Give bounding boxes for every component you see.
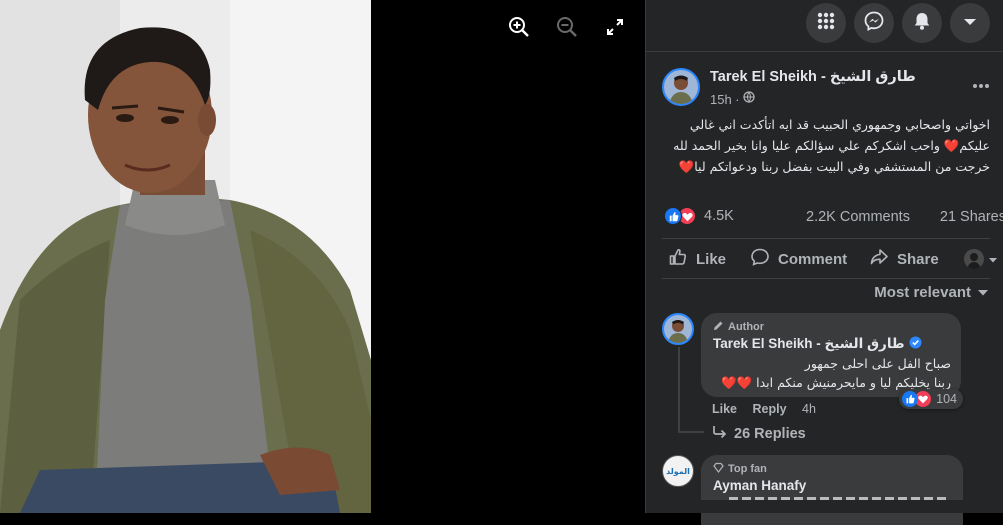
menu-button[interactable]: [806, 3, 846, 43]
replies-count: 26 Replies: [734, 426, 806, 442]
reply-arrow-icon: [712, 425, 728, 443]
top-navigation: [646, 0, 1003, 52]
comment-bubble: Top fan Ayman Hanafy: [701, 455, 963, 525]
comment-time[interactable]: 4h: [802, 402, 816, 416]
like-button[interactable]: Like: [668, 240, 726, 278]
photo-illustration: [0, 0, 371, 513]
author-avatar[interactable]: [662, 68, 700, 106]
account-menu-button[interactable]: [950, 3, 990, 43]
post-stats: 4.5K 2.2K Comments 21 Shares: [662, 205, 1003, 229]
comment-sort-dropdown[interactable]: Most relevant: [874, 284, 989, 301]
author-badge: Author: [713, 320, 764, 334]
more-options-button[interactable]: [972, 76, 990, 94]
comment-like-link[interactable]: Like: [712, 402, 737, 416]
post-author-name[interactable]: Tarek El Sheikh - طارق الشيخ: [710, 69, 916, 85]
zoom-out-icon: [556, 16, 578, 43]
post-meta: 15h ·: [710, 90, 755, 108]
pencil-icon: [713, 320, 724, 334]
post-text-line: اخواتي واصحابي وجمهوري الحبيب قد ايه اتأ…: [689, 117, 990, 132]
post-header: Tarek El Sheikh - طارق الشيخ 15h ·: [662, 66, 992, 110]
grid-menu-icon: [816, 11, 836, 36]
reactions-summary[interactable]: 4.5K: [664, 207, 734, 225]
commenter-name-text: Ayman Hanafy: [713, 478, 807, 493]
like-reaction-icon: [664, 207, 682, 225]
divider: [662, 238, 990, 239]
caret-down-icon: [977, 284, 989, 301]
shares-count[interactable]: 21 Shares: [940, 209, 1003, 225]
post-actions: Like Comment Share: [662, 240, 1002, 278]
post-photo[interactable]: [0, 0, 371, 513]
comment-bubble-icon: [750, 247, 770, 271]
divider: [662, 278, 990, 279]
sort-label: Most relevant: [874, 284, 971, 301]
top-fan-badge-label: Top fan: [728, 463, 767, 475]
post-text-line: عليكم❤️ واحب اشكركم علي سؤالكم عليا وانا…: [673, 138, 990, 153]
comment-button[interactable]: Comment: [750, 240, 847, 278]
comment-actions: Like Reply 4h: [712, 402, 828, 416]
comment-label: Comment: [778, 250, 848, 268]
reaction-profile-selector[interactable]: [964, 240, 998, 278]
comment-bubble: Author Tarek El Sheikh - طارق الشيخ صباح…: [701, 313, 963, 409]
post-panel: Tarek El Sheikh - طارق الشيخ 15h · اخوات…: [645, 0, 1003, 525]
post-text-line: خرجت من المستشفي وفي البيت بفضل ربنا ودع…: [678, 159, 990, 174]
photo-viewer: [0, 0, 645, 513]
like-label: Like: [696, 250, 727, 268]
comment-reactions-count: 104: [936, 392, 957, 406]
bell-icon: [912, 11, 932, 36]
commenter-avatar[interactable]: [662, 313, 694, 345]
post-text: اخواتي واصحابي وجمهوري الحبيب قد ايه اتأ…: [662, 114, 990, 177]
commenter-avatar[interactable]: المولد: [662, 455, 694, 487]
fullscreen-button[interactable]: [600, 14, 630, 44]
reactions-count: 4.5K: [704, 208, 734, 224]
caret-down-icon: [988, 251, 998, 268]
comment-reply-link[interactable]: Reply: [753, 402, 787, 416]
notifications-button[interactable]: [902, 3, 942, 43]
messenger-button[interactable]: [854, 3, 894, 43]
scroll-edge: [646, 500, 1003, 513]
commenter-name[interactable]: Ayman Hanafy: [713, 478, 806, 493]
comment-text: صباح الفل على احلى جمهور ربنا يخليكم ليا…: [711, 354, 951, 392]
author-badge-label: Author: [728, 321, 765, 333]
globe-icon: [742, 90, 755, 108]
fullscreen-icon: [606, 18, 624, 41]
caret-down-icon: [963, 14, 977, 32]
avatar-logo-text: المولد: [666, 466, 690, 476]
more-horizontal-icon: [972, 76, 990, 93]
share-label: Share: [897, 250, 939, 268]
commenter-name[interactable]: Tarek El Sheikh - طارق الشيخ: [713, 336, 922, 352]
zoom-in-button[interactable]: [504, 14, 534, 44]
like-reaction-icon: [902, 391, 919, 407]
post-time[interactable]: 15h ·: [710, 92, 740, 107]
verified-badge-icon: [909, 336, 922, 352]
thread-line: [678, 431, 704, 433]
messenger-icon: [864, 11, 884, 36]
zoom-in-icon: [508, 16, 530, 43]
profile-avatar: [964, 249, 984, 269]
thread-line: [678, 347, 680, 433]
view-replies-link[interactable]: 26 Replies: [712, 425, 806, 443]
commenter-name-text: Tarek El Sheikh - طارق الشيخ: [713, 336, 905, 351]
top-fan-badge: Top fan: [713, 462, 767, 476]
share-arrow-icon: [869, 247, 889, 271]
diamond-icon: [713, 462, 724, 476]
thumbs-up-icon: [668, 247, 688, 271]
share-button[interactable]: Share: [869, 240, 939, 278]
comment-text-line: صباح الفل على احلى جمهور: [804, 356, 951, 371]
comment-reactions[interactable]: 104: [899, 389, 963, 409]
zoom-out-button[interactable]: [552, 14, 582, 44]
comments-count[interactable]: 2.2K Comments: [806, 209, 910, 225]
